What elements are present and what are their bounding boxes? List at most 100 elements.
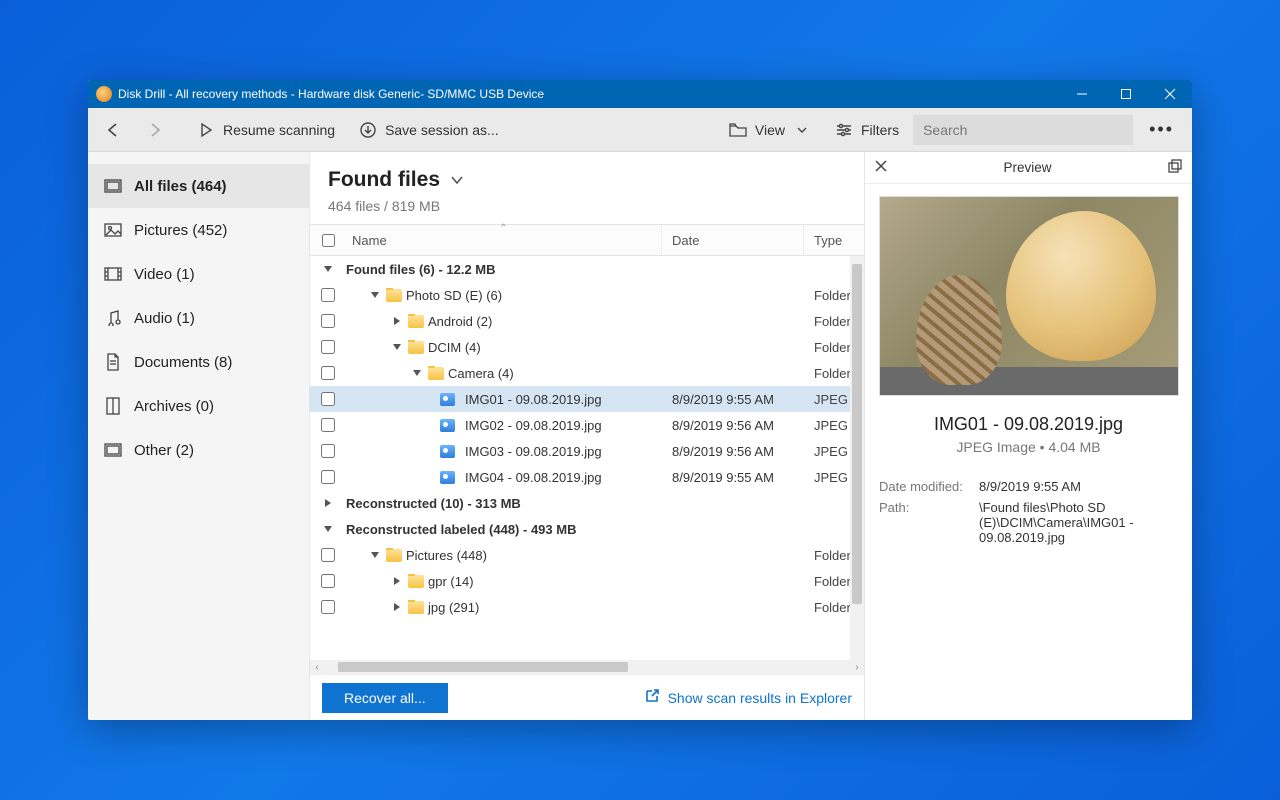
folder-row[interactable]: Photo SD (E) (6) Folder	[310, 282, 864, 308]
view-dropdown[interactable]: View	[719, 112, 821, 148]
sidebar-item-label: Documents (8)	[134, 354, 232, 371]
sidebar-item-documents[interactable]: Documents (8)	[88, 340, 309, 384]
column-header-date[interactable]: Date	[662, 225, 804, 255]
filters-label: Filters	[861, 122, 899, 138]
file-row[interactable]: IMG02 - 09.08.2019.jpg 8/9/2019 9:56 AM …	[310, 412, 864, 438]
sidebar: All files (464) Pictures (452) Video (1)…	[88, 152, 310, 720]
folder-icon	[428, 367, 444, 380]
folder-row[interactable]: Pictures (448) Folder	[310, 542, 864, 568]
title-chevron-down-icon[interactable]	[450, 173, 464, 187]
picture-icon	[104, 221, 122, 239]
archive-icon	[104, 397, 122, 415]
save-session-button[interactable]: Save session as...	[349, 112, 509, 148]
sidebar-item-all-files[interactable]: All files (464)	[88, 164, 309, 208]
caret-down-icon[interactable]	[390, 340, 404, 354]
scrollbar-thumb[interactable]	[338, 662, 628, 672]
row-checkbox[interactable]	[321, 366, 335, 380]
preview-title: Preview	[887, 160, 1168, 175]
sidebar-item-video[interactable]: Video (1)	[88, 252, 309, 296]
caret-right-icon[interactable]	[321, 496, 335, 510]
folder-row[interactable]: DCIM (4) Folder	[310, 334, 864, 360]
forward-button[interactable]	[136, 112, 174, 148]
arrow-right-icon	[146, 121, 164, 139]
footer: Recover all... Show scan results in Expl…	[310, 674, 864, 720]
row-checkbox[interactable]	[321, 314, 335, 328]
download-icon	[359, 121, 377, 139]
caret-down-icon[interactable]	[321, 262, 335, 276]
caret-right-icon[interactable]	[390, 574, 404, 588]
search-input[interactable]	[913, 115, 1133, 145]
copy-icon[interactable]	[1168, 159, 1182, 176]
caret-right-icon[interactable]	[390, 600, 404, 614]
caret-down-icon[interactable]	[321, 522, 335, 536]
play-icon	[197, 121, 215, 139]
row-checkbox[interactable]	[321, 444, 335, 458]
folder-row[interactable]: gpr (14) Folder	[310, 568, 864, 594]
row-checkbox[interactable]	[321, 340, 335, 354]
row-checkbox[interactable]	[321, 392, 335, 406]
scroll-left-icon[interactable]: ‹	[310, 660, 324, 674]
window-title: Disk Drill - All recovery methods - Hard…	[118, 87, 1060, 101]
group-row[interactable]: Found files (6) - 12.2 MB	[310, 256, 864, 282]
chevron-down-icon	[793, 121, 811, 139]
main-panel: Found files 464 files / 819 MB Name ⌃ Da…	[310, 152, 864, 720]
folder-icon	[386, 549, 402, 562]
detail-value-modified: 8/9/2019 9:55 AM	[979, 479, 1178, 494]
folder-icon	[408, 315, 424, 328]
row-checkbox[interactable]	[321, 574, 335, 588]
recover-all-button[interactable]: Recover all...	[322, 683, 448, 713]
maximize-button[interactable]	[1104, 80, 1148, 108]
sidebar-item-label: Audio (1)	[134, 310, 195, 327]
preview-meta: JPEG Image • 4.04 MB	[879, 439, 1178, 455]
vertical-scrollbar[interactable]	[850, 256, 864, 660]
close-preview-button[interactable]	[875, 160, 887, 175]
file-row[interactable]: IMG04 - 09.08.2019.jpg 8/9/2019 9:55 AM …	[310, 464, 864, 490]
sidebar-item-other[interactable]: Other (2)	[88, 428, 309, 472]
folder-icon	[408, 575, 424, 588]
resume-scanning-button[interactable]: Resume scanning	[187, 112, 345, 148]
preview-header: Preview	[865, 152, 1192, 184]
main-header: Found files 464 files / 819 MB	[310, 152, 864, 224]
caret-right-icon[interactable]	[390, 314, 404, 328]
detail-label-path: Path:	[879, 500, 979, 545]
column-headers: Name ⌃ Date Type	[310, 224, 864, 256]
folder-icon	[408, 601, 424, 614]
minimize-button[interactable]	[1060, 80, 1104, 108]
folder-row[interactable]: Camera (4) Folder	[310, 360, 864, 386]
image-icon	[440, 445, 455, 458]
preview-details: Date modified: 8/9/2019 9:55 AM Path: \F…	[879, 479, 1178, 551]
select-all-checkbox[interactable]	[322, 234, 335, 247]
folder-row[interactable]: jpg (291) Folder	[310, 594, 864, 620]
row-checkbox[interactable]	[321, 418, 335, 432]
folder-row[interactable]: Android (2) Folder	[310, 308, 864, 334]
more-button[interactable]: •••	[1137, 119, 1186, 140]
close-button[interactable]	[1148, 80, 1192, 108]
column-header-type[interactable]: Type	[804, 225, 864, 255]
sidebar-item-archives[interactable]: Archives (0)	[88, 384, 309, 428]
page-subtitle: 464 files / 819 MB	[328, 198, 846, 214]
horizontal-scrollbar[interactable]: ‹ ›	[310, 660, 864, 674]
filters-button[interactable]: Filters	[825, 112, 909, 148]
file-row[interactable]: IMG01 - 09.08.2019.jpg 8/9/2019 9:55 AM …	[310, 386, 864, 412]
scroll-right-icon[interactable]: ›	[850, 660, 864, 674]
file-row[interactable]: IMG03 - 09.08.2019.jpg 8/9/2019 9:56 AM …	[310, 438, 864, 464]
caret-down-icon[interactable]	[368, 288, 382, 302]
window-controls	[1060, 80, 1192, 108]
row-checkbox[interactable]	[321, 288, 335, 302]
scrollbar-thumb[interactable]	[852, 264, 862, 604]
caret-down-icon[interactable]	[368, 548, 382, 562]
row-checkbox[interactable]	[321, 470, 335, 484]
group-row[interactable]: Reconstructed (10) - 313 MB	[310, 490, 864, 516]
group-row[interactable]: Reconstructed labeled (448) - 493 MB	[310, 516, 864, 542]
column-header-name[interactable]: Name ⌃	[346, 225, 662, 255]
row-checkbox[interactable]	[321, 600, 335, 614]
sidebar-item-audio[interactable]: Audio (1)	[88, 296, 309, 340]
show-in-explorer-link[interactable]: Show scan results in Explorer	[644, 688, 852, 707]
row-checkbox[interactable]	[321, 548, 335, 562]
back-button[interactable]	[94, 112, 132, 148]
caret-down-icon[interactable]	[410, 366, 424, 380]
image-icon	[440, 393, 455, 406]
preview-filename: IMG01 - 09.08.2019.jpg	[879, 414, 1178, 435]
audio-icon	[104, 309, 122, 327]
sidebar-item-pictures[interactable]: Pictures (452)	[88, 208, 309, 252]
